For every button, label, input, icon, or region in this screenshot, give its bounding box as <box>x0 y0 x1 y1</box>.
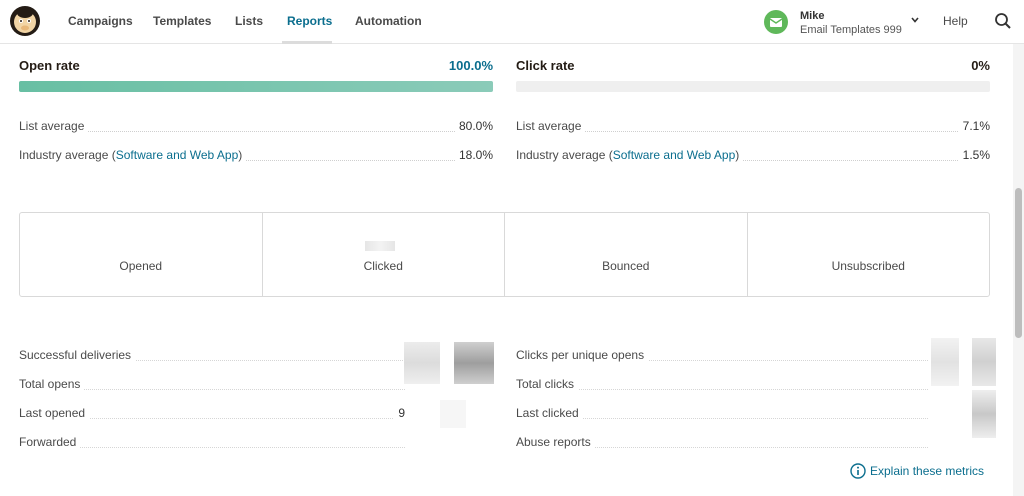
nav-reports[interactable]: Reports <box>287 0 332 44</box>
redacted-value <box>931 338 959 386</box>
stats-summary: Opened Clicked Bounced Unsubscribed <box>19 212 990 297</box>
click-rate-value: 0% <box>971 58 990 73</box>
click-rate-bar <box>516 81 990 92</box>
open-rate-value: 100.0% <box>448 58 493 73</box>
detail-successful-deliveries: Successful deliveries <box>19 348 405 366</box>
top-navigation: Campaigns Templates Lists Reports Automa… <box>0 0 1024 44</box>
redacted-value <box>404 342 440 384</box>
avatar[interactable] <box>764 10 788 34</box>
detail-clicks-per-unique-opens: Clicks per unique opens <box>516 348 928 366</box>
detail-label: Successful deliveries <box>19 348 136 362</box>
redacted-value <box>440 400 466 428</box>
stat-unsubscribed[interactable]: Unsubscribed <box>748 213 990 296</box>
open-rate-bar-fill <box>19 81 493 92</box>
detail-label: Clicks per unique opens <box>516 348 649 362</box>
mailchimp-logo-icon[interactable] <box>9 5 41 37</box>
open-rate-bar <box>19 81 493 92</box>
redacted-value <box>972 338 996 386</box>
click-industry-average-label: Industry average (Software and Web App) <box>516 148 744 162</box>
stat-bounced-label: Bounced <box>602 259 650 273</box>
detail-label: Abuse reports <box>516 435 595 449</box>
detail-last-opened: Last opened 9 <box>19 406 405 424</box>
detail-label: Last opened <box>19 406 90 420</box>
scrollbar-thumb[interactable] <box>1015 188 1022 338</box>
click-list-average-value: 7.1% <box>958 119 990 133</box>
account-name[interactable]: Email Templates 999 <box>800 24 902 36</box>
detail-label: Forwarded <box>19 435 81 449</box>
click-list-average-label: List average <box>516 119 586 133</box>
redacted-value <box>364 241 395 251</box>
click-industry-average-row: Industry average (Software and Web App) … <box>516 148 990 166</box>
click-list-average-row: List average 7.1% <box>516 119 990 137</box>
nav-automation[interactable]: Automation <box>355 0 422 44</box>
stat-unsubscribed-label: Unsubscribed <box>831 259 905 273</box>
nav-templates[interactable]: Templates <box>153 0 211 44</box>
redacted-value <box>972 390 996 438</box>
user-name[interactable]: Mike <box>800 10 824 22</box>
stat-clicked[interactable]: Clicked <box>263 213 505 296</box>
envelope-icon <box>769 18 783 27</box>
detail-forwarded: Forwarded <box>19 435 405 453</box>
open-industry-average-value: 18.0% <box>454 148 493 162</box>
redacted-value <box>454 342 494 384</box>
detail-label: Last clicked <box>516 406 583 420</box>
nav-lists[interactable]: Lists <box>235 0 263 44</box>
stat-clicked-label: Clicked <box>363 259 403 273</box>
detail-total-opens: Total opens <box>19 377 405 395</box>
open-list-average-value: 80.0% <box>454 119 493 133</box>
click-industry-average-value: 1.5% <box>958 148 990 162</box>
stat-opened[interactable]: Opened <box>20 213 263 296</box>
help-link[interactable]: Help <box>943 0 968 42</box>
explain-metrics-link[interactable]: Explain these metrics <box>850 462 984 480</box>
open-industry-link[interactable]: Software and Web App <box>116 148 239 162</box>
open-rate-label: Open rate <box>19 58 80 73</box>
detail-abuse-reports: Abuse reports <box>516 435 928 453</box>
detail-last-clicked: Last clicked <box>516 406 928 424</box>
detail-label: Total clicks <box>516 377 579 391</box>
open-list-average-row: List average 80.0% <box>19 119 493 137</box>
search-icon[interactable] <box>994 12 1012 30</box>
detail-value: 9 <box>394 406 405 420</box>
click-industry-link[interactable]: Software and Web App <box>613 148 736 162</box>
detail-total-clicks: Total clicks <box>516 377 928 395</box>
active-tab-indicator <box>282 41 332 44</box>
nav-campaigns[interactable]: Campaigns <box>68 0 133 44</box>
chevron-down-icon[interactable] <box>910 15 920 25</box>
click-rate-label: Click rate <box>516 58 575 73</box>
explain-metrics-label: Explain these metrics <box>870 464 985 478</box>
open-list-average-label: List average <box>19 119 89 133</box>
stat-bounced[interactable]: Bounced <box>505 213 748 296</box>
open-industry-average-label: Industry average (Software and Web App) <box>19 148 247 162</box>
info-icon <box>850 463 866 479</box>
detail-label: Total opens <box>19 377 85 391</box>
stat-opened-label: Opened <box>119 259 163 273</box>
open-industry-average-row: Industry average (Software and Web App) … <box>19 148 493 166</box>
